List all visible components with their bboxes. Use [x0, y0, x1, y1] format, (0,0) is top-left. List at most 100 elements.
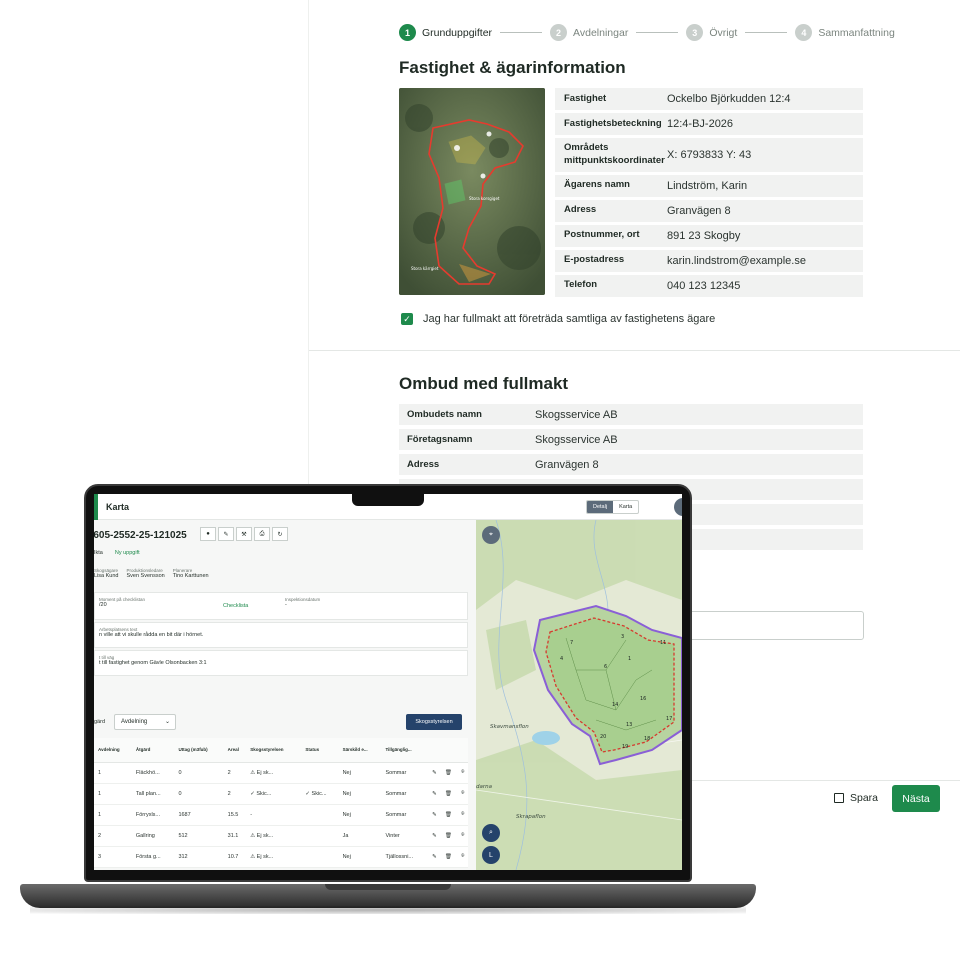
search-icon[interactable]: ⌕ — [482, 824, 500, 842]
edit-icon[interactable]: ✎ — [428, 804, 441, 826]
column-header[interactable]: Särskild e... — [338, 738, 382, 763]
print-icon[interactable]: ⎙ — [254, 527, 270, 541]
cell-areal: 10.7 — [223, 846, 247, 868]
avatar[interactable] — [674, 498, 682, 516]
table-row[interactable]: 1 Tall plan... 0 2 ✓ Skic... ✓ Skic... Nej Somm… — [94, 783, 468, 805]
location-pin-icon[interactable]: ⌾ — [457, 804, 468, 826]
avdelning-select[interactable]: Avdelning ⌄ — [114, 714, 176, 730]
step-sammanfattning[interactable]: 4 Sammanfattning — [795, 24, 895, 41]
cell-atgard: Förryxls... — [131, 804, 175, 826]
next-button[interactable]: Nästa — [892, 785, 940, 812]
checklist-link[interactable]: Checklista — [223, 603, 248, 609]
delete-icon[interactable]: 🗑 — [440, 825, 458, 847]
cell-areal: 31.1 — [223, 825, 247, 847]
column-header[interactable]: Åtgärd — [131, 738, 175, 763]
info-button[interactable]: ● — [200, 527, 216, 541]
info-row-adress: Adress Granvägen 8 — [555, 199, 863, 222]
column-header[interactable]: Skogsstyrelsen — [246, 738, 302, 763]
edit-icon[interactable]: ✎ — [428, 762, 441, 784]
property-section-title: Fastighet & ägarinformation — [399, 58, 626, 77]
edit-icon[interactable]: ✎ — [428, 846, 441, 868]
step-avdelningar[interactable]: 2 Avdelningar — [550, 24, 628, 41]
location-pin-icon[interactable]: ⌾ — [457, 846, 468, 868]
step-number: 4 — [795, 24, 813, 41]
wrench-icon[interactable]: ⚒ — [236, 527, 252, 541]
info-row-fastighet: Fastighet Ockelbo Björkudden 12:4 — [555, 88, 863, 110]
info-row-epost: E-postadress karin.lindstrom@example.se — [555, 249, 863, 272]
refresh-icon[interactable]: ↻ — [272, 527, 288, 541]
cell-sarskild: Nej — [338, 804, 382, 826]
consent-checkbox[interactable]: ✓ — [401, 313, 413, 325]
section-divider — [309, 350, 960, 351]
step-label: Avdelningar — [573, 26, 629, 39]
location-pin-icon[interactable]: ⌾ — [457, 762, 468, 784]
stand-number: 17 — [666, 716, 672, 722]
case-toolbar: ● ✎ ⚒ ⎙ ↻ — [200, 527, 288, 541]
cell-atgard: Första g... — [131, 846, 175, 868]
laptop-shadow — [30, 906, 746, 914]
map-view[interactable]: 7 3 11 1 4 6 14 16 17 13 20 18 19 Skavma… — [476, 520, 682, 870]
cell-sarskild: Nej — [338, 762, 382, 784]
table-row[interactable]: 2 Gallring 512 31.1 ⚠ Ej sk... Ja Vinter ✎ 🗑 ⌾ — [94, 825, 468, 847]
inspection-block: Inspektionsdatum - — [285, 597, 320, 608]
info-row-beteckning: Fastighetsbeteckning 12:4-BJ-2026 — [555, 113, 863, 135]
consent-checkbox-row[interactable]: ✓ Jag har fullmakt att företräda samtlig… — [401, 313, 715, 325]
column-header[interactable]: Avdelning — [94, 738, 132, 763]
column-header-actions — [440, 738, 458, 763]
pencil-icon[interactable]: ✎ — [218, 527, 234, 541]
info-row-agare: Ägarens namn Lindström, Karin — [555, 174, 863, 197]
info-key: Fastighet — [564, 92, 607, 104]
column-header[interactable]: Status — [301, 738, 339, 763]
property-map-thumbnail[interactable]: Stora korsgiget Stora kärrgiet — [399, 88, 545, 295]
cell-avdelning: 1 — [94, 783, 132, 805]
cell-status — [301, 825, 339, 847]
cell-sarskild: Ja — [338, 825, 382, 847]
locate-icon[interactable]: ⌖ — [482, 526, 500, 544]
view-map-button[interactable]: Karta — [613, 501, 638, 513]
delete-icon[interactable]: 🗑 — [440, 783, 458, 805]
info-value: karin.lindstrom@example.se — [667, 254, 806, 267]
column-header[interactable]: Tillgänglig... — [381, 738, 429, 763]
view-detail-button[interactable]: Detalj — [587, 501, 614, 513]
save-button[interactable]: Spara — [834, 792, 878, 804]
cell-avdelning: 1 — [94, 762, 132, 784]
detail-pane: -605-2552-25-121025 ● ✎ ⚒ ⎙ ↻ Ikta Ny up… — [94, 520, 476, 870]
stand-number: 19 — [622, 744, 628, 750]
route-value: t till fastighet genom Gävle Olsonbacken… — [99, 660, 207, 666]
cell-tillganglighet: Tjällossni... — [381, 846, 429, 868]
cell-sarskild: Nej — [338, 846, 382, 868]
cell-tillganglighet: Vinter — [381, 825, 429, 847]
layers-button[interactable]: L — [482, 846, 500, 864]
location-pin-icon[interactable]: ⌾ — [457, 783, 468, 805]
cell-areal: 15.5 — [223, 804, 247, 826]
info-key: Områdets mittpunktskoordinater — [564, 142, 665, 166]
step-grunduppgifter[interactable]: 1 Grunduppgifter — [399, 24, 492, 41]
column-header[interactable]: Areal — [223, 738, 247, 763]
text-input-field[interactable] — [689, 611, 864, 640]
delete-icon[interactable]: 🗑 — [440, 846, 458, 868]
step-ovrigt[interactable]: 3 Övrigt — [686, 24, 737, 41]
edit-icon[interactable]: ✎ — [428, 783, 441, 805]
column-header-actions — [428, 738, 441, 763]
skogsstyrelsen-button[interactable]: Skogsstyrelsen — [406, 714, 462, 730]
stand-number: 18 — [644, 736, 650, 742]
edit-icon[interactable]: ✎ — [428, 825, 441, 847]
step-label: Grunduppgifter — [422, 26, 493, 39]
table-row[interactable]: 1 Fläckhö... 0 2 ⚠ Ej sk... Nej Sommar ✎ 🗑 ⌾ — [94, 762, 468, 784]
column-header[interactable]: Uttag (m3fub) — [174, 738, 224, 763]
cell-uttag: 1687 — [174, 804, 224, 826]
app-header: Karta Detalj Karta — [94, 494, 682, 520]
info-key: Företagsnamn — [407, 434, 473, 445]
delete-icon[interactable]: 🗑 — [440, 804, 458, 826]
step-number: 3 — [686, 24, 704, 41]
location-pin-icon[interactable]: ⌾ — [457, 825, 468, 847]
stand-number: 3 — [621, 634, 624, 640]
route-card: t till väg t till fastighet genom Gävle … — [94, 650, 468, 676]
table-row[interactable]: 3 Första g... 312 10.7 ⚠ Ej sk... Nej Tjälloss… — [94, 846, 468, 868]
info-value: Skogsservice AB — [535, 408, 618, 421]
info-key: Postnummer, ort — [564, 229, 640, 241]
delete-icon[interactable]: 🗑 — [440, 762, 458, 784]
table-row[interactable]: 1 Förryxls... 1687 15.5- Nej Sommar ✎ 🗑 ⌾ — [94, 804, 468, 826]
table-toolbar: gärd Avdelning ⌄ Skogsstyrelsen — [94, 712, 468, 734]
note-value: n ville att vi skulle rådda en bit där i… — [99, 632, 204, 638]
